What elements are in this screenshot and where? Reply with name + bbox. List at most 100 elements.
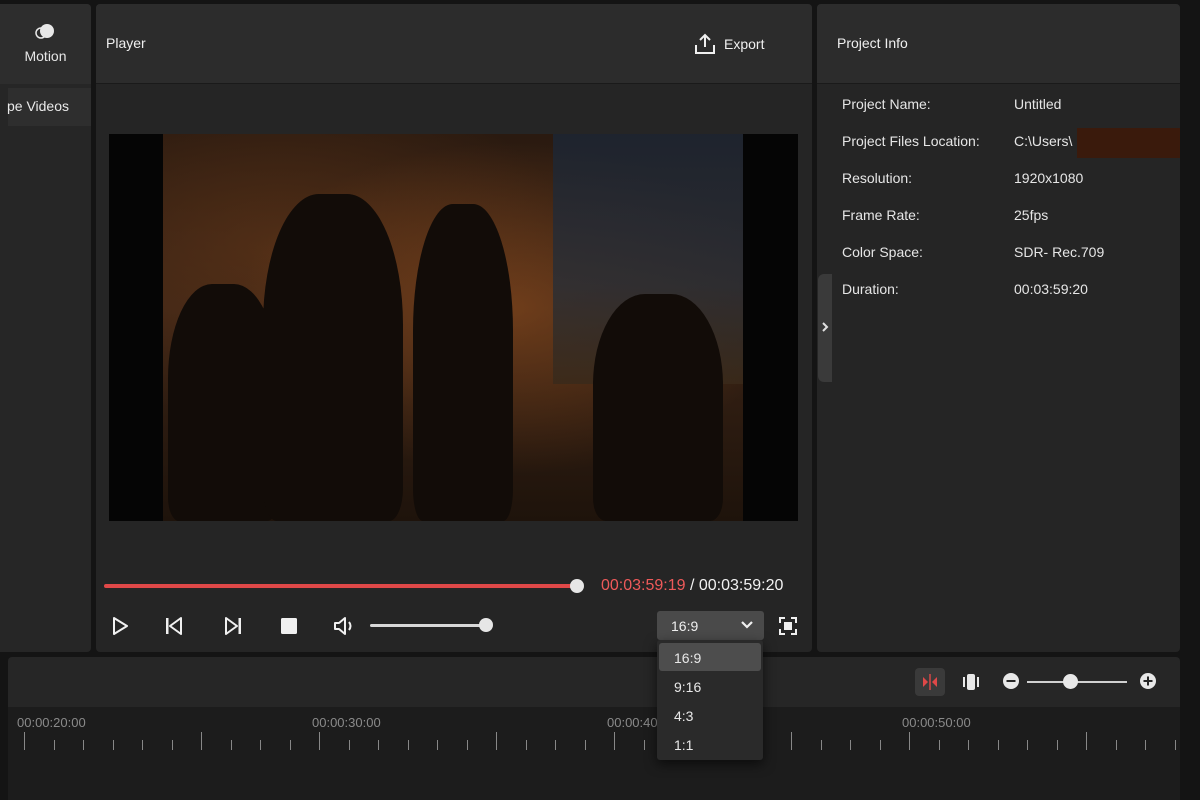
stop-button[interactable] [277, 614, 301, 638]
playback-progress-track[interactable] [104, 584, 578, 588]
time-display: 00:03:59:19 / 00:03:59:20 [601, 577, 783, 595]
fullscreen-button[interactable] [776, 614, 800, 638]
ratio-option-label: 4:3 [674, 708, 694, 724]
resolution-label: Resolution: [842, 170, 913, 186]
duration-label: Duration: [842, 281, 899, 297]
duration-value: 00:03:59:20 [1014, 281, 1088, 297]
project-info-header: Project Info [817, 4, 1180, 84]
next-frame-button[interactable] [221, 614, 245, 638]
motion-icon [35, 24, 54, 39]
ruler-tick [496, 732, 497, 750]
player-panel: Player Export 00:03:59:19 / 00:03:59:20 [96, 4, 812, 652]
ruler-tick [820, 740, 822, 750]
video-preview[interactable] [109, 134, 798, 521]
playback-progress-handle[interactable] [570, 579, 584, 593]
zoom-out-button[interactable] [1001, 671, 1021, 694]
ruler-tick [230, 740, 232, 750]
color-space-label: Color Space: [842, 244, 923, 260]
ratio-option-4-3[interactable]: 4:3 [659, 701, 761, 729]
minus-circle-icon [1003, 673, 1019, 689]
project-location-value: C:\Users\ [1014, 133, 1073, 149]
ruler-label: 00:00:30:00 [312, 715, 381, 730]
volume-slider-track[interactable] [370, 624, 485, 627]
ruler-tick [112, 740, 114, 750]
snap-toggle-button[interactable] [915, 668, 945, 696]
ruler-tick [437, 740, 438, 750]
split-button[interactable] [957, 668, 985, 696]
project-info-panel: Project Info Project Name: Untitled Proj… [817, 4, 1180, 652]
ruler-tick [525, 740, 527, 750]
ruler-label: 00:00:20:00 [17, 715, 86, 730]
ruler-tick [24, 732, 25, 750]
ruler-tick [83, 740, 84, 750]
project-location-label: Project Files Location: [842, 133, 980, 149]
volume-button[interactable] [333, 614, 357, 638]
ruler-tick [201, 732, 202, 750]
timeline-ruler[interactable]: 00:00:20:00 00:00:30:00 00:00:40:00 00:0… [8, 707, 1180, 800]
play-button[interactable] [108, 614, 132, 638]
ruler-tick [53, 740, 55, 750]
stock-videos-item[interactable]: pe Videos [7, 88, 91, 126]
ruler-tick [289, 740, 291, 750]
ruler-tick [555, 740, 556, 750]
project-name-value: Untitled [1014, 96, 1062, 112]
zoom-in-button[interactable] [1138, 671, 1158, 694]
scene-figure-saxophonist [263, 194, 403, 521]
motion-tab-label: Motion [24, 48, 67, 64]
split-icon [963, 674, 979, 690]
frame-rate-label: Frame Rate: [842, 207, 920, 223]
ruler-tick [348, 740, 350, 750]
skip-forward-icon [225, 617, 241, 635]
ruler-tick [171, 740, 173, 750]
export-icon [695, 33, 715, 54]
zoom-slider-handle[interactable] [1063, 674, 1078, 689]
volume-slider-handle[interactable] [479, 618, 493, 632]
ruler-tick [466, 740, 468, 750]
ruler-tick [909, 732, 910, 750]
ruler-tick [142, 740, 143, 750]
ratio-option-label: 16:9 [674, 650, 702, 666]
ruler-tick [378, 740, 379, 750]
ruler-tick [1145, 740, 1146, 750]
ruler-tick [1086, 732, 1087, 750]
player-title: Player [106, 35, 146, 51]
motion-tab[interactable]: Motion [0, 4, 91, 84]
aspect-ratio-select[interactable]: 16:9 [657, 611, 764, 640]
snap-icon [923, 674, 937, 690]
time-total: 00:03:59:20 [698, 577, 784, 594]
time-separator: / [685, 577, 699, 594]
ratio-option-1-1[interactable]: 1:1 [659, 730, 761, 758]
volume-icon [334, 617, 352, 635]
plus-circle-icon [1140, 673, 1156, 689]
scene-figure-drummer [593, 294, 723, 521]
skip-back-icon [166, 617, 182, 635]
ruler-tick [968, 740, 969, 750]
left-panel: Motion pe Videos [0, 4, 91, 652]
ruler-label: 00:00:50:00 [902, 715, 971, 730]
video-frame-image [163, 134, 743, 521]
ratio-option-label: 9:16 [674, 679, 702, 695]
previous-frame-button[interactable] [162, 614, 186, 638]
scene-figure-bassist [413, 204, 513, 521]
ratio-option-16-9[interactable]: 16:9 [659, 643, 761, 671]
ruler-tick [879, 740, 881, 750]
ruler-tick [1115, 740, 1117, 750]
ruler-tick [1056, 740, 1058, 750]
ruler-tick [614, 732, 615, 750]
player-header: Player Export [96, 4, 812, 84]
panel-collapse-handle[interactable] [818, 274, 832, 382]
aspect-ratio-value: 16:9 [671, 618, 699, 634]
ruler-tick [407, 740, 409, 750]
ruler-tick [643, 740, 645, 750]
ruler-tick [997, 740, 999, 750]
ruler-tick [938, 740, 940, 750]
export-button[interactable]: Export [694, 30, 764, 58]
ruler-tick [260, 740, 261, 750]
ratio-option-9-16[interactable]: 9:16 [659, 672, 761, 700]
chevron-down-icon [741, 621, 753, 629]
frame-rate-value: 25fps [1014, 207, 1049, 223]
play-icon [113, 617, 128, 635]
ruler-tick [584, 740, 586, 750]
ruler-tick [319, 732, 320, 750]
resolution-value: 1920x1080 [1014, 170, 1084, 186]
